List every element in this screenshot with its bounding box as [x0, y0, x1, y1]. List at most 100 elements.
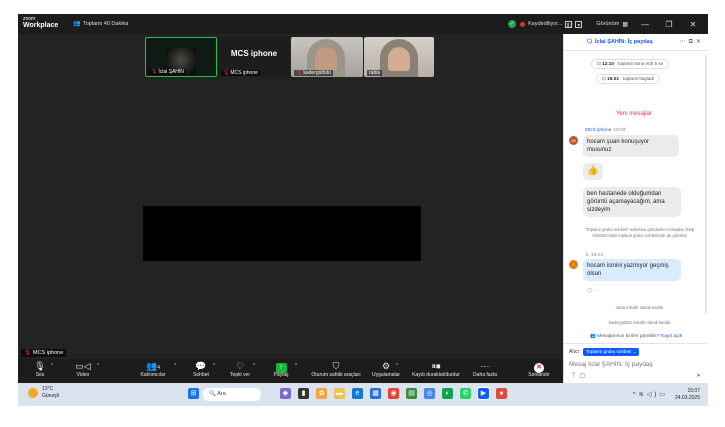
battery-icon[interactable]: ▭	[659, 392, 668, 398]
participant-name: 🎙kadergültütü	[294, 70, 333, 76]
chevron-up-icon[interactable]: ^	[97, 363, 99, 369]
message-sender: MCS iphone 15:03	[585, 128, 625, 133]
visibility-question[interactable]: Mesajlarınızı kimler görebilir?	[597, 334, 659, 339]
edge-icon[interactable]: e	[352, 388, 363, 399]
recipient-dropdown[interactable]: Toplantı grubu sohbeti ⌄	[583, 348, 640, 356]
format-icon[interactable]: ⊤	[571, 373, 576, 379]
chat-message-thumbs-up[interactable]: 👍	[583, 163, 603, 180]
people-icon: 👥	[589, 334, 596, 339]
participant-name-text: kadergültütü	[303, 70, 331, 76]
attach-file-icon[interactable]: ▢	[580, 373, 586, 379]
chat-button[interactable]: 💬 Sohbet	[190, 360, 212, 379]
view-menu[interactable]: Görünüm	[596, 21, 619, 27]
muted-mic-icon: 🎙	[151, 69, 158, 75]
chevron-up-icon[interactable]: ^	[174, 363, 176, 369]
file-explorer-icon[interactable]: ▬	[334, 388, 345, 399]
participant-tile[interactable]: 🎙kadergültütü	[291, 37, 363, 77]
app-icon[interactable]: ◐	[442, 388, 453, 399]
participant-name-text: MCS iphone	[230, 70, 258, 76]
chat-message[interactable]: hocam ismini yazmıyor geçmiş olsun	[583, 259, 681, 281]
avatar[interactable]: MI	[569, 136, 578, 145]
chrome-icon[interactable]: ◉	[388, 388, 399, 399]
chat-scrollbar[interactable]	[705, 54, 707, 314]
recording-on-link[interactable]: Kayıt açık	[661, 334, 682, 339]
chat-title[interactable]: 🗨 İclal ŞAHİN: İç paydaş	[586, 39, 653, 45]
muted-mic-icon: 🎙	[24, 350, 31, 356]
active-speaker-label: 🎙 MCS iphone	[21, 349, 67, 357]
message-sender: ↳ 15:04	[585, 253, 603, 258]
chevron-up-icon[interactable]: ^	[253, 363, 255, 369]
system-tray[interactable]: ^≋◁)▭	[633, 391, 668, 398]
app-icon[interactable]: ◎	[424, 388, 435, 399]
chat-bubble-icon: 🗨	[586, 39, 593, 45]
chat-message[interactable]: hocam şuan konuşuyor musunuz	[583, 135, 679, 157]
audio-label: Ses	[35, 372, 45, 378]
end-label: Sonlandır	[528, 372, 550, 378]
send-icon[interactable]: ➤	[696, 372, 701, 379]
meeting-info[interactable]: 👥 Toplantı 40 Dakika	[73, 20, 128, 27]
encryption-shield-icon[interactable]: ✓	[508, 20, 517, 28]
copilot-icon[interactable]: ✿	[316, 388, 327, 399]
temperature: 13°C	[42, 386, 54, 392]
add-reaction-icon[interactable]: 🗨 ⋯	[586, 288, 599, 294]
avatar[interactable]: İ	[569, 260, 578, 269]
task-view-icon[interactable]: ▮	[298, 388, 309, 399]
chevron-up-icon[interactable]: ^	[51, 363, 53, 369]
popout-icon[interactable]: ⧉	[689, 39, 696, 45]
shared-video-area	[143, 206, 421, 261]
weather-widget[interactable]: 13°C Güneşli	[28, 386, 59, 400]
maximize-icon[interactable]: ❐	[662, 20, 676, 29]
widget-icon[interactable]: ◆	[280, 388, 291, 399]
zoom-taskbar-icon[interactable]: ▶	[477, 387, 490, 400]
microphone-icon: 🎙	[34, 361, 46, 371]
store-icon[interactable]: ▦	[370, 388, 381, 399]
chat-actions: ⋯⧉✕	[680, 38, 704, 46]
recipient-value: Toplantı grubu sohbeti	[586, 349, 632, 354]
join-note: rabia misafir olarak katıldı	[615, 305, 664, 310]
share-button[interactable]: ↑ Paylaş	[268, 360, 294, 379]
volume-icon[interactable]: ◁)	[647, 392, 660, 398]
pause-recording-icon[interactable]: ❚❚	[565, 20, 573, 28]
video-feed-face	[315, 47, 337, 71]
reply-icon: ↳	[585, 253, 590, 258]
clock[interactable]: 15:07 24.03.2025	[675, 388, 700, 401]
stop-recording-icon[interactable]: ■	[575, 20, 583, 28]
app-icon[interactable]: ▤	[406, 388, 417, 399]
message-input[interactable]	[569, 359, 704, 369]
shield-icon: ⛉	[332, 361, 340, 371]
end-meeting-button[interactable]: ✕ Sonlandır	[524, 360, 554, 379]
chevron-up-icon[interactable]: ^	[213, 363, 215, 369]
chevron-up-icon[interactable]: ^	[396, 363, 398, 369]
participant-tile[interactable]: MCS iphone 🎙MCS iphone	[218, 37, 290, 77]
participant-display-name: MCS iphone	[230, 49, 278, 58]
audio-button[interactable]: 🎙 Ses	[30, 360, 50, 379]
start-icon[interactable]: ⊞	[188, 388, 199, 399]
participants-button[interactable]: 👥4 Katılımcılar	[136, 360, 170, 379]
close-icon[interactable]: ✕	[696, 39, 704, 45]
minimize-icon[interactable]: —	[638, 20, 652, 29]
close-icon[interactable]: ✕	[686, 20, 700, 29]
participant-tile[interactable]: rabia	[364, 37, 434, 77]
pause-stop-icon: ⏸⏹	[431, 361, 441, 371]
meeting-toolbar: 🎙 Ses ^ ▭◁ Video ^ 👥4 Katılımcılar ^ 💬 Sohbe…	[18, 359, 563, 383]
participant-tile[interactable]: 🎙İclal ŞAHİN	[145, 37, 217, 77]
chevron-up-icon[interactable]: ^	[295, 363, 297, 369]
react-button[interactable]: ♡ Tepki ver	[227, 360, 253, 379]
host-tools-button[interactable]: ⛉ Oturum sahibi araçları	[308, 360, 364, 379]
whatsapp-icon[interactable]: ✆	[460, 388, 471, 399]
participant-name-text: rabia	[369, 70, 381, 76]
sender-name[interactable]: MCS iphone	[585, 128, 611, 133]
recording-label[interactable]: Kaydediliyor...	[528, 21, 562, 27]
search-box[interactable]: 🔍 Ara	[203, 388, 261, 401]
app-icon[interactable]: ●	[496, 388, 507, 399]
windows-taskbar: 13°C Güneşli ⊞ 🔍 Ara ◆ ▮ ✿ ▬ e ▦ ◉ ▤ ◎ ◐ …	[18, 383, 708, 406]
apps-button[interactable]: ⚙ Uygulamalar	[368, 360, 404, 379]
more-icon[interactable]: ⋯	[680, 39, 689, 45]
title-bar: zoom Workplace 👥 Toplantı 40 Dakika ✓ Kay…	[18, 14, 708, 34]
more-button[interactable]: ⋯ Daha fazla	[470, 360, 500, 379]
chat-message[interactable]: ben hastanede olduğumdan görüntü açamaya…	[583, 187, 681, 217]
pause-record-button[interactable]: ⏸⏹ Kaydı duraklat/durdur	[407, 360, 465, 379]
video-button[interactable]: ▭◁ Video	[70, 360, 96, 379]
system-message: ⊡ 15:01 · toplantı başladı	[596, 74, 661, 84]
wifi-icon[interactable]: ≋	[639, 392, 647, 398]
